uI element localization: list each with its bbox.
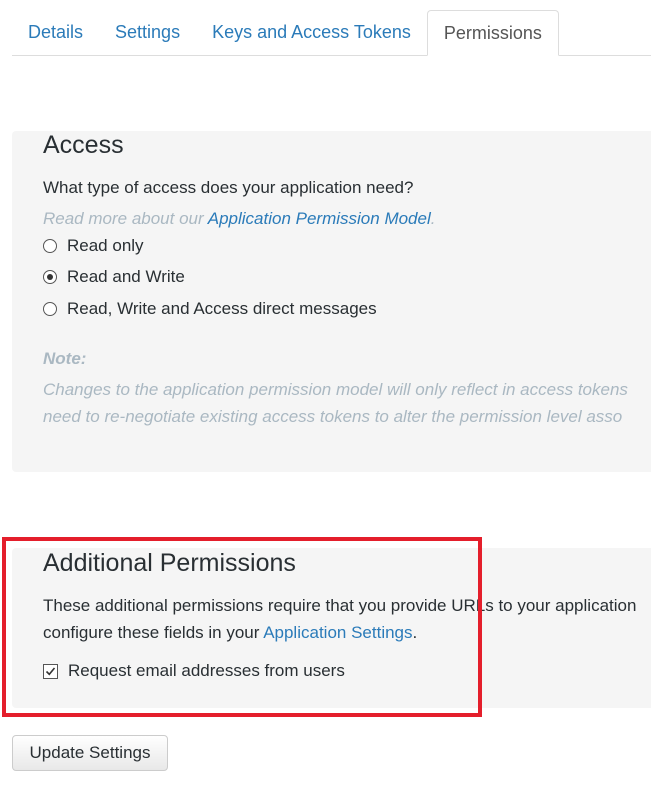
- tab-bar: Details Settings Keys and Access Tokens …: [12, 10, 651, 56]
- application-permission-model-link[interactable]: Application Permission Model: [208, 209, 431, 228]
- additional-desc-line-1: These additional permissions require tha…: [43, 596, 637, 615]
- access-question: What type of access does your applicatio…: [43, 178, 414, 197]
- request-email-checkbox[interactable]: [43, 663, 58, 679]
- read-more-text: Read more about our Application Permissi…: [43, 209, 435, 229]
- radio-read-and-write[interactable]: Read and Write: [43, 267, 185, 287]
- checkmark-icon: [45, 666, 56, 675]
- additional-permissions-title: Additional Permissions: [43, 549, 296, 577]
- update-settings-button[interactable]: Update Settings: [12, 735, 168, 771]
- radio-read-and-write-label: Read and Write: [67, 267, 185, 286]
- additional-desc-prefix: configure these fields in your: [43, 623, 264, 642]
- tab-permissions[interactable]: Permissions: [426, 10, 559, 56]
- radio-read-only[interactable]: Read only: [43, 236, 144, 256]
- request-email-label: Request email addresses from users: [68, 661, 345, 680]
- radio-read-write-dm[interactable]: Read, Write and Access direct messages: [43, 299, 377, 319]
- additional-permissions-panel: Additional Permissions These additional …: [12, 548, 651, 708]
- tab-settings[interactable]: Settings: [99, 10, 196, 55]
- radio-read-only-input[interactable]: [43, 239, 57, 253]
- note-line-2: need to re-negotiate existing access tok…: [43, 407, 623, 426]
- access-title: Access: [43, 131, 124, 159]
- page: Details Settings Keys and Access Tokens …: [0, 0, 651, 792]
- tab-keys-and-access-tokens[interactable]: Keys and Access Tokens: [196, 10, 427, 55]
- radio-read-write-dm-label: Read, Write and Access direct messages: [67, 299, 377, 318]
- note-label: Note:: [43, 349, 87, 368]
- read-more-suffix: .: [430, 209, 436, 228]
- radio-read-write-dm-input[interactable]: [43, 302, 57, 316]
- note-line-1: Changes to the application permission mo…: [43, 380, 628, 399]
- read-more-prefix: Read more about our: [43, 209, 208, 228]
- radio-read-and-write-input[interactable]: [43, 270, 57, 284]
- additional-desc-suffix: .: [412, 623, 418, 642]
- application-settings-link[interactable]: Application Settings: [263, 623, 412, 642]
- additional-desc-line-2: configure these fields in your Applicati…: [43, 623, 417, 643]
- radio-read-only-label: Read only: [67, 236, 144, 255]
- access-panel: Access What type of access does your app…: [12, 131, 651, 472]
- tab-details[interactable]: Details: [12, 10, 99, 55]
- request-email-checkbox-row[interactable]: Request email addresses from users: [43, 661, 345, 681]
